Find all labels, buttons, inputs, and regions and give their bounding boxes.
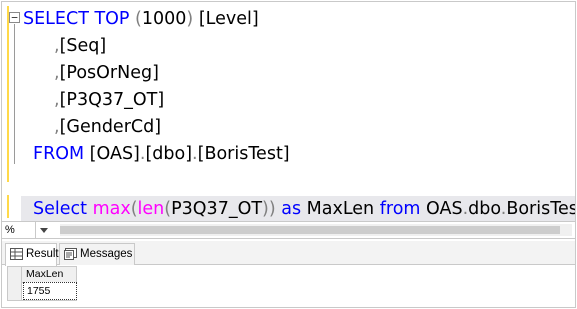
tab-results[interactable]: Results — [5, 243, 64, 266]
code-token: [P3Q37_OT] — [59, 90, 165, 110]
code-token: P3Q37_OT — [171, 199, 263, 219]
code-line-5: ,[GenderCd] — [54, 114, 161, 141]
code-token: OAS — [426, 199, 463, 219]
code-token: [Seq] — [59, 36, 107, 56]
editor-status-strip: % — [2, 221, 575, 239]
code-token: BorisTest — [506, 199, 575, 219]
code-token: [PosOrNeg] — [59, 63, 159, 83]
collapse-toggle-icon[interactable]: − — [9, 12, 20, 23]
results-grid[interactable]: MaxLen 1755 — [7, 266, 77, 304]
zoom-select[interactable]: % — [2, 222, 36, 238]
results-tabs: Results Messages — [2, 241, 575, 266]
grid-header-row: MaxLen — [7, 266, 77, 283]
select-all-cell[interactable] — [8, 267, 22, 282]
code-token: )) — [262, 199, 276, 219]
code-token: len — [137, 199, 165, 219]
code-token: TOP — [94, 9, 136, 29]
tab-messages-label: Messages — [80, 248, 133, 260]
chevron-down-icon[interactable] — [40, 228, 48, 233]
code-token: 1000 — [141, 9, 187, 29]
code-token: [BorisTest] — [197, 144, 290, 164]
change-indicator — [7, 6, 9, 182]
code-token: [Level] — [198, 9, 259, 29]
messages-icon — [64, 248, 77, 260]
code-token: [GenderCd] — [59, 117, 162, 137]
grid-icon — [10, 248, 23, 260]
outline-guide — [14, 24, 15, 164]
code-line-2: ,[Seq] — [54, 33, 106, 60]
code-token: from — [379, 199, 427, 219]
code-token: Select — [33, 199, 93, 219]
code-token: [dbo] — [145, 144, 193, 164]
change-indicator — [7, 195, 9, 218]
code-token: [OAS] — [89, 144, 140, 164]
column-header[interactable]: MaxLen — [26, 267, 63, 282]
code-token: SELECT — [23, 9, 95, 29]
code-token: FROM — [33, 144, 90, 164]
code-line-1: SELECT TOP (1000) [Level] — [23, 6, 259, 33]
grid-cell[interactable]: 1755 — [23, 282, 77, 300]
row-number[interactable] — [8, 282, 22, 300]
code-line-6: FROM [OAS].[dbo].[BorisTest] — [33, 141, 290, 168]
code-token: ( — [135, 9, 142, 29]
table-row[interactable]: 1755 — [7, 282, 77, 301]
query-window: − SELECT TOP (1000) [Level] ,[Seq] ,[Pos… — [1, 1, 576, 308]
code-token: ( — [130, 199, 138, 219]
tab-messages[interactable]: Messages — [59, 243, 135, 265]
sql-editor[interactable]: − SELECT TOP (1000) [Level] ,[Seq] ,[Pos… — [2, 2, 575, 223]
horizontal-scrollbar[interactable] — [60, 224, 572, 236]
code-line-3: ,[PosOrNeg] — [54, 60, 159, 87]
code-token: MaxLen — [306, 199, 380, 219]
code-token: ) — [186, 9, 199, 29]
code-token: max — [92, 199, 131, 219]
zoom-value: % — [5, 224, 15, 236]
code-line-8: Select max(len(P3Q37_OT)) as MaxLen from… — [33, 196, 575, 223]
code-line-4: ,[P3Q37_OT] — [54, 87, 164, 114]
scrollbar-thumb[interactable] — [60, 226, 560, 234]
code-token: dbo — [468, 199, 501, 219]
code-token: as — [275, 199, 307, 219]
